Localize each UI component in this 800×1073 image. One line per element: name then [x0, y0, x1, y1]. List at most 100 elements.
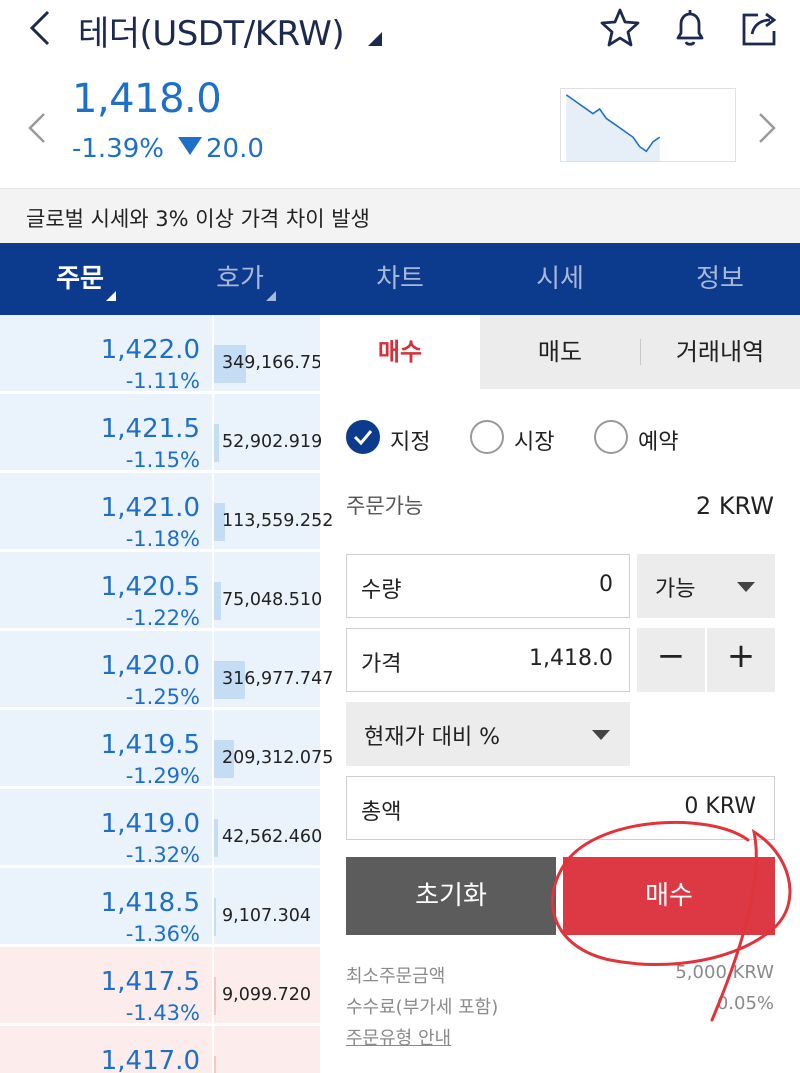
orderbook-volume-cell: 113,559.252 [214, 473, 333, 551]
price-change: -1.39% 20.0 [72, 134, 264, 164]
orderbook-percent: -1.25% [125, 685, 200, 709]
orderbook-price: 1,418.5 [100, 888, 200, 918]
orderbook-price-cell[interactable]: 1,422.0 -1.11% [0, 315, 212, 393]
current-price: 1,418.0 [72, 76, 222, 122]
chevron-left-icon[interactable] [26, 112, 48, 144]
tab-info-label: 정보 [696, 264, 744, 294]
tab-sell[interactable]: 매도 [480, 315, 640, 389]
orderbook-price: 1,419.0 [100, 809, 200, 839]
quantity-value[interactable]: 0 [599, 572, 613, 597]
orderbook-volume-cell: 9,107.304 [214, 868, 320, 946]
total-value: 0 KRW [684, 794, 756, 819]
price-value[interactable]: 1,418.0 [529, 646, 613, 671]
tab-order[interactable]: 주문 [0, 243, 160, 315]
orderbook-percent: -1.43% [125, 1001, 200, 1025]
radio-limit-label: 지정 [390, 430, 431, 455]
orderbook-volume-bar [214, 582, 221, 620]
orderbook-price: 1,421.0 [100, 493, 200, 523]
tab-info[interactable]: 정보 [640, 243, 800, 315]
change-amount: 20.0 [205, 134, 264, 164]
orderbook-row[interactable]: 1,420.0 -1.25% 316,977.747 [0, 631, 333, 710]
minus-icon: − [656, 636, 686, 676]
order-type-guide-link[interactable]: 주문유형 안내 [346, 1024, 451, 1050]
quantity-option-label: 가능 [655, 577, 696, 602]
down-triangle-icon [177, 137, 202, 155]
orderbook-price: 1,420.0 [100, 651, 200, 681]
total-field[interactable]: 총액 0 KRW [346, 776, 775, 840]
order-type-tabs: 매수 매도 거래내역 [320, 315, 800, 389]
tab-chart-label: 차트 [376, 264, 424, 294]
orderbook-volume-cell [214, 1026, 320, 1073]
orderbook-price-cell[interactable]: 1,420.0 -1.25% [0, 631, 212, 709]
orderbook-row[interactable]: 1,417.5 -1.43% 9,099.720 [0, 947, 320, 1026]
price-plus-button[interactable]: + [707, 628, 775, 692]
tab-chart[interactable]: 차트 [320, 243, 480, 315]
orderbook-row[interactable]: 1,418.5 -1.36% 9,107.304 [0, 868, 320, 947]
orderbook-price: 1,421.5 [100, 414, 200, 444]
fee-label: 수수료(부가세 포함) [346, 997, 499, 1018]
orderbook-row[interactable]: 1,421.5 -1.15% 52,902.919 [0, 394, 322, 473]
orderbook-price-cell[interactable]: 1,421.5 -1.15% [0, 394, 212, 472]
dropdown-icon [737, 582, 755, 592]
orderbook-volume-cell: 316,977.747 [214, 631, 333, 709]
top-bar: 테더(USDT/KRW) [0, 0, 800, 60]
page-title[interactable]: 테더(USDT/KRW) [78, 6, 345, 55]
orderbook-price-cell[interactable]: 1,418.5 -1.36% [0, 868, 212, 946]
orderbook-price: 1,420.5 [100, 572, 200, 602]
caret-icon [106, 291, 116, 301]
orderbook-volume-bar [214, 898, 216, 936]
orderbook-row[interactable]: 1,420.5 -1.22% 75,048.510 [0, 552, 322, 631]
orderbook-price-cell[interactable]: 1,419.0 -1.32% [0, 789, 212, 867]
fee-value: 0.05% [716, 993, 774, 1014]
tab-market[interactable]: 시세 [480, 243, 640, 315]
price-sparkline[interactable] [560, 88, 736, 162]
orderbook-price-cell[interactable]: 1,417.5 -1.43% [0, 947, 212, 1025]
orderbook-price-cell[interactable]: 1,421.0 -1.18% [0, 473, 212, 551]
orderbook-volume-bar [214, 819, 218, 857]
orderbook-volume-cell: 75,048.510 [214, 552, 322, 630]
orderbook-row[interactable]: 1,419.5 -1.29% 209,312.075 [0, 710, 333, 789]
chevron-right-icon[interactable] [756, 112, 778, 144]
bell-icon[interactable] [668, 6, 712, 50]
orderbook-price: 1,419.5 [100, 730, 200, 760]
available-value: 2 KRW [695, 492, 774, 520]
radio-circle [594, 420, 628, 454]
tab-buy[interactable]: 매수 [320, 315, 480, 389]
orderbook-row[interactable]: 1,421.0 -1.18% 113,559.252 [0, 473, 333, 552]
quantity-label: 수량 [361, 578, 402, 603]
orderbook-percent: -1.22% [125, 606, 200, 630]
orderbook-row[interactable]: 1,419.0 -1.32% 42,562.460 [0, 789, 322, 868]
orderbook-price-cell[interactable]: 1,419.5 -1.29% [0, 710, 212, 788]
orderbook-volume-cell: 9,099.720 [214, 947, 320, 1025]
orderbook-volume: 9,099.720 [222, 985, 312, 1005]
orderbook-row[interactable]: 1,422.0 -1.11% 349,166.751 [0, 315, 333, 394]
orderbook-row[interactable]: 1,417.0 [0, 1026, 320, 1073]
change-percent: -1.39% [72, 134, 164, 164]
tab-history[interactable]: 거래내역 [640, 315, 800, 389]
tab-market-label: 시세 [536, 264, 584, 294]
percent-select[interactable]: 현재가 대비 % [346, 702, 630, 766]
notice-text: 글로벌 시세와 3% 이상 가격 차이 발생 [26, 207, 370, 231]
buy-button[interactable]: 매수 [563, 857, 775, 935]
main-tabs: 주문 호가 차트 시세 정보 [0, 243, 800, 315]
quantity-field[interactable]: 수량 0 [346, 554, 630, 618]
orderbook-percent: -1.18% [125, 527, 200, 551]
orderbook-price-cell[interactable]: 1,420.5 -1.22% [0, 552, 212, 630]
orderbook-percent: -1.15% [125, 448, 200, 472]
reset-button[interactable]: 초기화 [346, 857, 556, 935]
orderbook-percent: -1.36% [125, 922, 200, 946]
back-icon[interactable] [24, 10, 56, 46]
orderbook-price-cell[interactable]: 1,417.0 [0, 1026, 212, 1073]
price-field[interactable]: 가격 1,418.0 [346, 628, 630, 692]
price-minus-button[interactable]: − [637, 628, 705, 692]
orderbook-price: 1,417.0 [100, 1046, 200, 1073]
orderbook-volume-bar [214, 424, 219, 462]
tab-orderbook[interactable]: 호가 [160, 243, 320, 315]
orderbook-price: 1,422.0 [100, 335, 200, 365]
orderbook-volume-bar [214, 1056, 216, 1073]
star-icon[interactable] [598, 6, 642, 50]
quantity-option-select[interactable]: 가능 [637, 554, 775, 618]
caret-icon[interactable] [368, 32, 382, 46]
radio-circle [346, 420, 380, 454]
share-icon[interactable] [738, 6, 782, 50]
